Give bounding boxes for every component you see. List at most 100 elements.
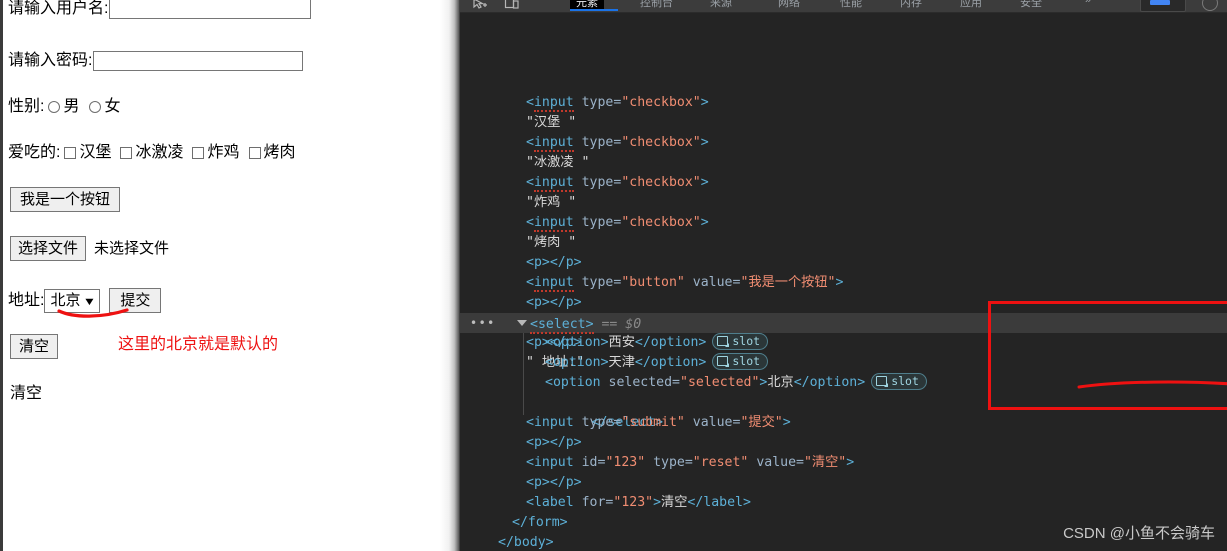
code-token: < [526, 455, 534, 470]
code-line[interactable]: <p></p> [460, 293, 1227, 313]
likes-checkbox-friedchicken[interactable] [192, 147, 205, 159]
code-token: type [573, 215, 614, 230]
code-token: </option> [793, 375, 866, 390]
likes-option-2-label: 炸鸡 [207, 144, 240, 161]
username-input[interactable] [109, 0, 312, 19]
code-token: <p></p> [526, 475, 582, 490]
code-token: selected [600, 375, 673, 390]
gender-option-female-label: 女 [104, 98, 121, 115]
code-token: value [748, 455, 797, 470]
code-token: "checkbox" [621, 215, 701, 230]
csdn-watermark: CSDN @小鱼不会骑车 [1063, 525, 1215, 542]
username-row: 请输入用户名: [8, 0, 312, 19]
choose-file-button[interactable]: 选择文件 [10, 236, 87, 262]
tab-memory[interactable]: 内存 [900, 0, 922, 10]
code-line[interactable]: <input type="checkbox"> [460, 133, 1227, 153]
code-line[interactable]: <p></p> [460, 433, 1227, 453]
code-token: 清空 [661, 495, 688, 510]
red-annotation-text: 这里的北京就是默认的 [118, 336, 279, 353]
inspect-element-icon[interactable] [472, 0, 488, 10]
tab-sources[interactable]: 来源 [710, 0, 732, 10]
code-line[interactable]: <input id="123" type="reset" value="清空"> [460, 453, 1227, 473]
tab-console[interactable]: 控制台 [640, 0, 673, 10]
code-token: "清空" [803, 455, 847, 470]
collapse-triangle-icon[interactable] [517, 320, 527, 326]
code-token: input [533, 455, 574, 470]
generic-button[interactable]: 我是一个按钮 [10, 187, 121, 213]
code-line[interactable]: "冰激凌 " [460, 153, 1227, 173]
code-token: < [526, 415, 534, 430]
code-token: < [526, 175, 534, 190]
code-token: <p></p> [526, 295, 582, 310]
devtools-toolbar: 元素 控制台 来源 网络 性能 内存 应用 安全 » [460, 0, 1227, 13]
code-line[interactable]: "汉堡 " [460, 113, 1227, 133]
code-line[interactable]: <input type="checkbox"> [460, 213, 1227, 233]
option-code-line[interactable]: <option>天津</option> slot [460, 353, 1227, 373]
code-token: > [653, 495, 662, 510]
code-token: <option [545, 375, 601, 390]
tab-network[interactable]: 网络 [778, 0, 800, 10]
code-token: type [573, 275, 614, 290]
code-token: input [533, 215, 574, 232]
password-label: 请输入密码: [8, 52, 93, 69]
slot-badge[interactable]: slot [712, 333, 769, 350]
code-token: label [533, 495, 574, 510]
code-token: = [684, 455, 693, 470]
code-line[interactable]: <p></p> [460, 473, 1227, 493]
reset-label[interactable]: 清空 [10, 386, 42, 402]
browser-page-viewport: 请输入用户名: 请输入密码: 性别: 男 女 爱吃的: 汉堡 冰激凌 炸鸡 烤肉 [0, 0, 446, 551]
reset-button[interactable]: 清空 [10, 334, 59, 360]
password-input[interactable] [93, 51, 304, 71]
tab-security[interactable]: 安全 [1020, 0, 1042, 10]
likes-row: 爱吃的: 汉堡 冰激凌 炸鸡 烤肉 [8, 145, 296, 161]
code-token: = [672, 375, 680, 390]
code-token: "烤肉 " [526, 235, 577, 250]
code-token: value [684, 275, 733, 290]
slot-icon [876, 376, 889, 387]
likes-checkbox-icecream[interactable] [120, 147, 133, 159]
devtools-drawer-button[interactable] [1140, 0, 1186, 12]
ellipsis-badge[interactable]: ••• [470, 317, 496, 329]
code-token: > [846, 455, 855, 470]
likes-checkbox-burger[interactable] [64, 147, 77, 159]
code-line[interactable]: "炸鸡 " [460, 193, 1227, 213]
code-token: 天津 [608, 355, 635, 370]
code-line[interactable]: <input type="checkbox"> [460, 93, 1227, 113]
password-row: 请输入密码: [8, 51, 304, 71]
window-left-edge [0, 0, 3, 551]
tab-application[interactable]: 应用 [960, 0, 982, 10]
device-toolbar-icon[interactable] [504, 0, 520, 10]
gender-row: 性别: 男 女 [8, 99, 120, 115]
code-token: "checkbox" [621, 135, 701, 150]
likes-checkbox-bbq[interactable] [248, 147, 261, 159]
code-token: > [700, 215, 709, 230]
selected-element-row[interactable]: ••• <select> == $0 [460, 313, 1227, 334]
likes-option-1-label: 冰激凌 [135, 144, 184, 161]
code-token: 北京 [767, 375, 794, 390]
settings-icon[interactable] [1202, 0, 1218, 11]
code-token: > [700, 175, 709, 190]
gender-radio-male[interactable] [48, 101, 61, 113]
code-line[interactable]: <p></p> [460, 253, 1227, 273]
option-code-line[interactable]: <option>西安</option> slot [460, 333, 1227, 353]
code-line[interactable]: <label for="123">清空</label> [460, 493, 1227, 513]
devtools-panel: 元素 控制台 来源 网络 性能 内存 应用 安全 » <input type="… [460, 0, 1227, 551]
code-line[interactable]: <input type="checkbox"> [460, 173, 1227, 193]
code-line[interactable]: "烤肉 " [460, 233, 1227, 253]
slot-badge[interactable]: slot [712, 353, 769, 370]
code-line[interactable]: <input type="submit" value="提交"> [460, 413, 1227, 433]
slot-badge[interactable]: slot [871, 373, 927, 390]
code-token: "selected" [680, 375, 760, 390]
tab-performance[interactable]: 性能 [840, 0, 862, 10]
gender-radio-female[interactable] [89, 101, 102, 113]
code-token: type [573, 175, 614, 190]
code-token: </label> [687, 495, 751, 510]
code-line[interactable]: <input type="button" value="我是一个按钮"> [460, 273, 1227, 293]
code-token: id [573, 455, 598, 470]
code-token: input [533, 135, 574, 152]
code-token: > [782, 415, 791, 430]
code-token: "123" [613, 495, 654, 510]
select-tag-text: <select> == $0 [530, 317, 642, 334]
more-tabs-overflow[interactable]: » [1085, 0, 1091, 6]
likes-option-3-label: 烤肉 [263, 144, 296, 161]
